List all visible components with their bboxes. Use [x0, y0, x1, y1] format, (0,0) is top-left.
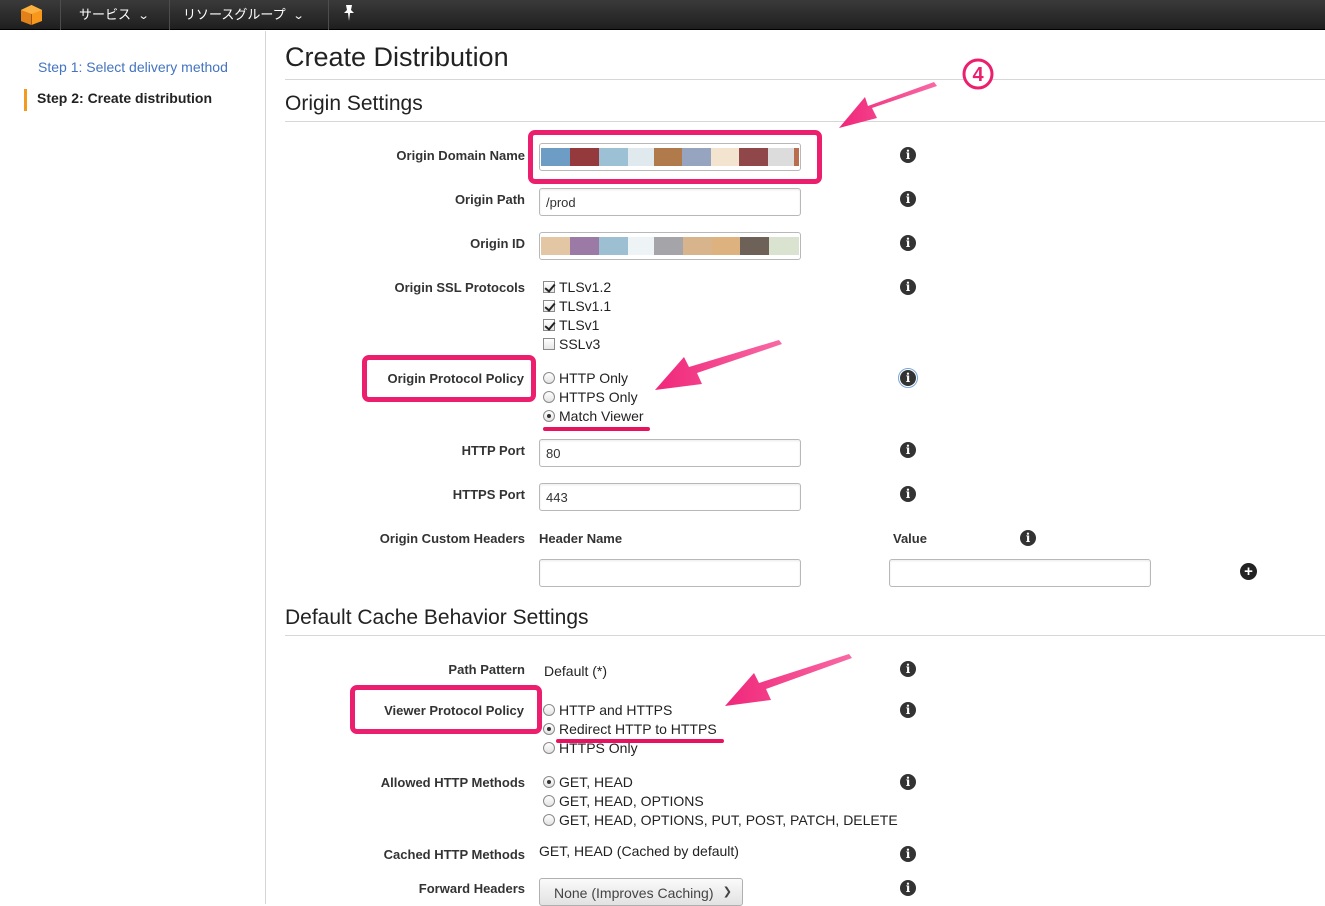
annotation-arrows: [655, 82, 937, 706]
step-number-text: 4: [972, 64, 984, 86]
arrow-icon: [839, 82, 937, 128]
arrow-icon: [655, 340, 782, 390]
arrow-icon: [725, 654, 852, 706]
step-number-badge: 4: [962, 58, 994, 90]
